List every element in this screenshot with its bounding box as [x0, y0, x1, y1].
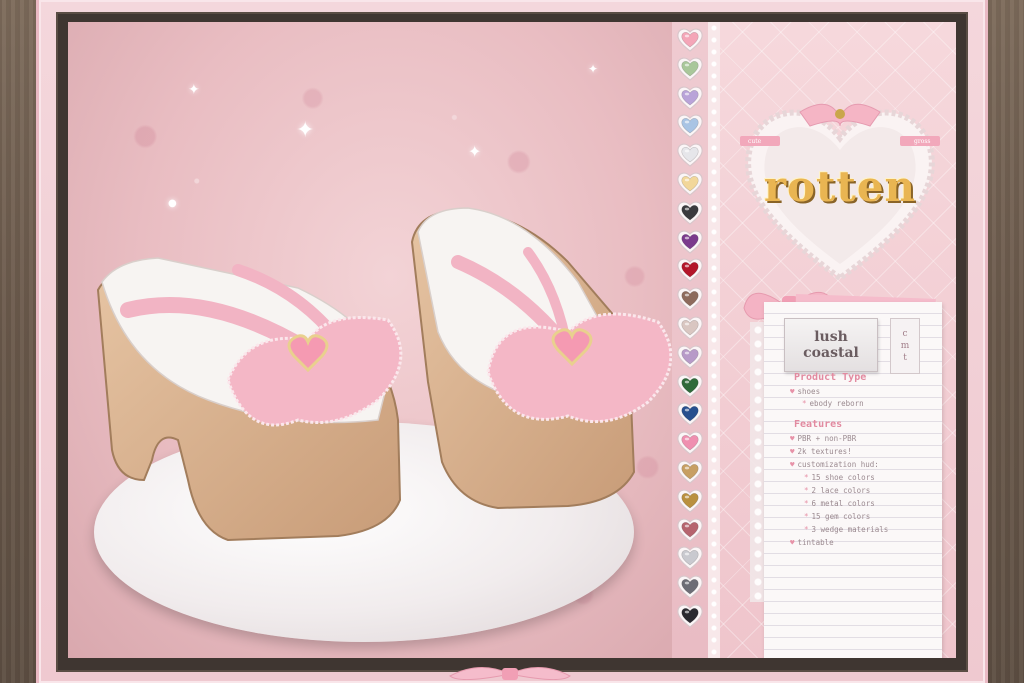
heart-swatch-icon — [677, 114, 703, 139]
heart-bullet-icon: ♥ — [790, 387, 795, 396]
color-swatch-9[interactable] — [676, 256, 704, 283]
color-swatch-19[interactable] — [676, 544, 704, 571]
product-type-item: * ebody reborn — [802, 399, 864, 408]
color-swatch-list — [672, 22, 708, 658]
feature-subitem: * 3 wedge materials — [804, 525, 889, 534]
heart-swatch-icon — [677, 518, 703, 542]
heart-swatch-icon — [677, 201, 703, 225]
feature-item: ♥ PBR + non-PBR — [790, 434, 857, 443]
color-swatch-13[interactable] — [676, 372, 704, 399]
product-name-label: lush coastal — [784, 318, 878, 372]
heart-swatch-icon — [677, 460, 703, 484]
heart-bullet-icon: ♥ — [790, 538, 795, 547]
star-bullet-icon: * — [804, 525, 809, 534]
tag-t: t — [903, 353, 907, 363]
heart-swatch-icon — [677, 575, 703, 599]
star-bullet-icon: * — [804, 499, 809, 508]
feature-item: ♥ tintable — [790, 538, 834, 547]
product-name-line1: lush — [814, 329, 848, 345]
color-swatch-21[interactable] — [676, 602, 704, 629]
info-panel: cute gross rotten lush coastal c m t Pro… — [720, 22, 956, 658]
feature-subitem: * 15 gem colors — [804, 512, 871, 521]
star-bullet-icon: * — [804, 486, 809, 495]
product-name-line2: coastal — [803, 345, 859, 361]
features-title: Features — [794, 419, 843, 430]
star-bullet-icon: * — [802, 399, 807, 408]
color-swatch-16[interactable] — [676, 458, 704, 485]
left-shoe-image — [96, 257, 403, 542]
heart-swatch-icon — [677, 431, 703, 455]
color-swatch-1[interactable] — [676, 26, 704, 53]
heart-swatch-icon — [677, 316, 703, 340]
heart-swatch-icon — [677, 374, 703, 398]
heart-swatch-icon — [677, 143, 703, 167]
ribbon-right-text: gross — [914, 138, 931, 145]
brand-logo-text: rotten — [763, 162, 917, 211]
heart-bullet-icon: ♥ — [790, 434, 795, 443]
color-swatch-18[interactable] — [676, 516, 704, 543]
heart-swatch-icon — [677, 604, 703, 628]
heart-swatch-icon — [677, 402, 703, 427]
feature-item: ♥ customization hud: — [790, 460, 879, 469]
star-bullet-icon: * — [804, 512, 809, 521]
right-shoe-image — [410, 207, 673, 510]
color-swatch-6[interactable] — [676, 170, 704, 197]
tag-m: m — [900, 341, 910, 351]
heart-swatch-icon — [677, 345, 703, 369]
heart-swatch-icon — [677, 287, 703, 311]
color-swatch-2[interactable] — [676, 55, 704, 82]
color-swatch-5[interactable] — [676, 141, 704, 168]
heart-bullet-icon: ♥ — [790, 460, 795, 469]
product-type-title: Product Type — [794, 372, 867, 383]
color-swatch-20[interactable] — [676, 573, 704, 600]
tag-c: c — [902, 329, 908, 339]
heart-swatch-icon — [677, 546, 703, 571]
color-swatch-14[interactable] — [676, 400, 704, 427]
color-swatch-8[interactable] — [676, 228, 704, 255]
heart-swatch-icon — [677, 230, 703, 254]
lace-divider — [708, 22, 720, 658]
product-tags: c m t — [890, 318, 920, 374]
ribbon-left-text: cute — [748, 138, 762, 145]
color-swatch-10[interactable] — [676, 285, 704, 312]
color-swatch-7[interactable] — [676, 199, 704, 226]
heart-swatch-icon — [677, 258, 703, 283]
heart-swatch-icon — [677, 489, 703, 513]
product-type-item: ♥ shoes — [790, 387, 821, 396]
heart-swatch-icon — [677, 57, 703, 81]
color-swatch-3[interactable] — [676, 84, 704, 111]
color-swatch-17[interactable] — [676, 487, 704, 514]
color-swatch-15[interactable] — [676, 429, 704, 456]
heart-bullet-icon: ♥ — [790, 447, 795, 456]
heart-swatch-icon — [677, 86, 703, 110]
color-swatch-11[interactable] — [676, 314, 704, 341]
sparkle-icon: ✦ — [588, 62, 599, 76]
sparkle-icon: ● — [168, 198, 177, 209]
sparkle-icon: ✦ — [188, 82, 200, 98]
heart-swatch-icon — [677, 172, 703, 196]
feature-item: ♥ 2k textures! — [790, 447, 852, 456]
color-swatch-4[interactable] — [676, 112, 704, 139]
feature-subitem: * 2 lace colors — [804, 486, 871, 495]
bottom-bow-decoration — [449, 666, 571, 680]
sparkle-icon: ✦ — [296, 118, 315, 143]
sparkle-icon: ✦ — [468, 142, 482, 161]
star-bullet-icon: * — [804, 473, 809, 482]
feature-subitem: * 6 metal colors — [804, 499, 875, 508]
product-scene: ✦ ✦ ✦ ✦ ● — [68, 22, 712, 658]
feature-subitem: * 15 shoe colors — [804, 473, 875, 482]
heart-swatch-icon — [677, 28, 703, 52]
color-swatch-12[interactable] — [676, 343, 704, 370]
